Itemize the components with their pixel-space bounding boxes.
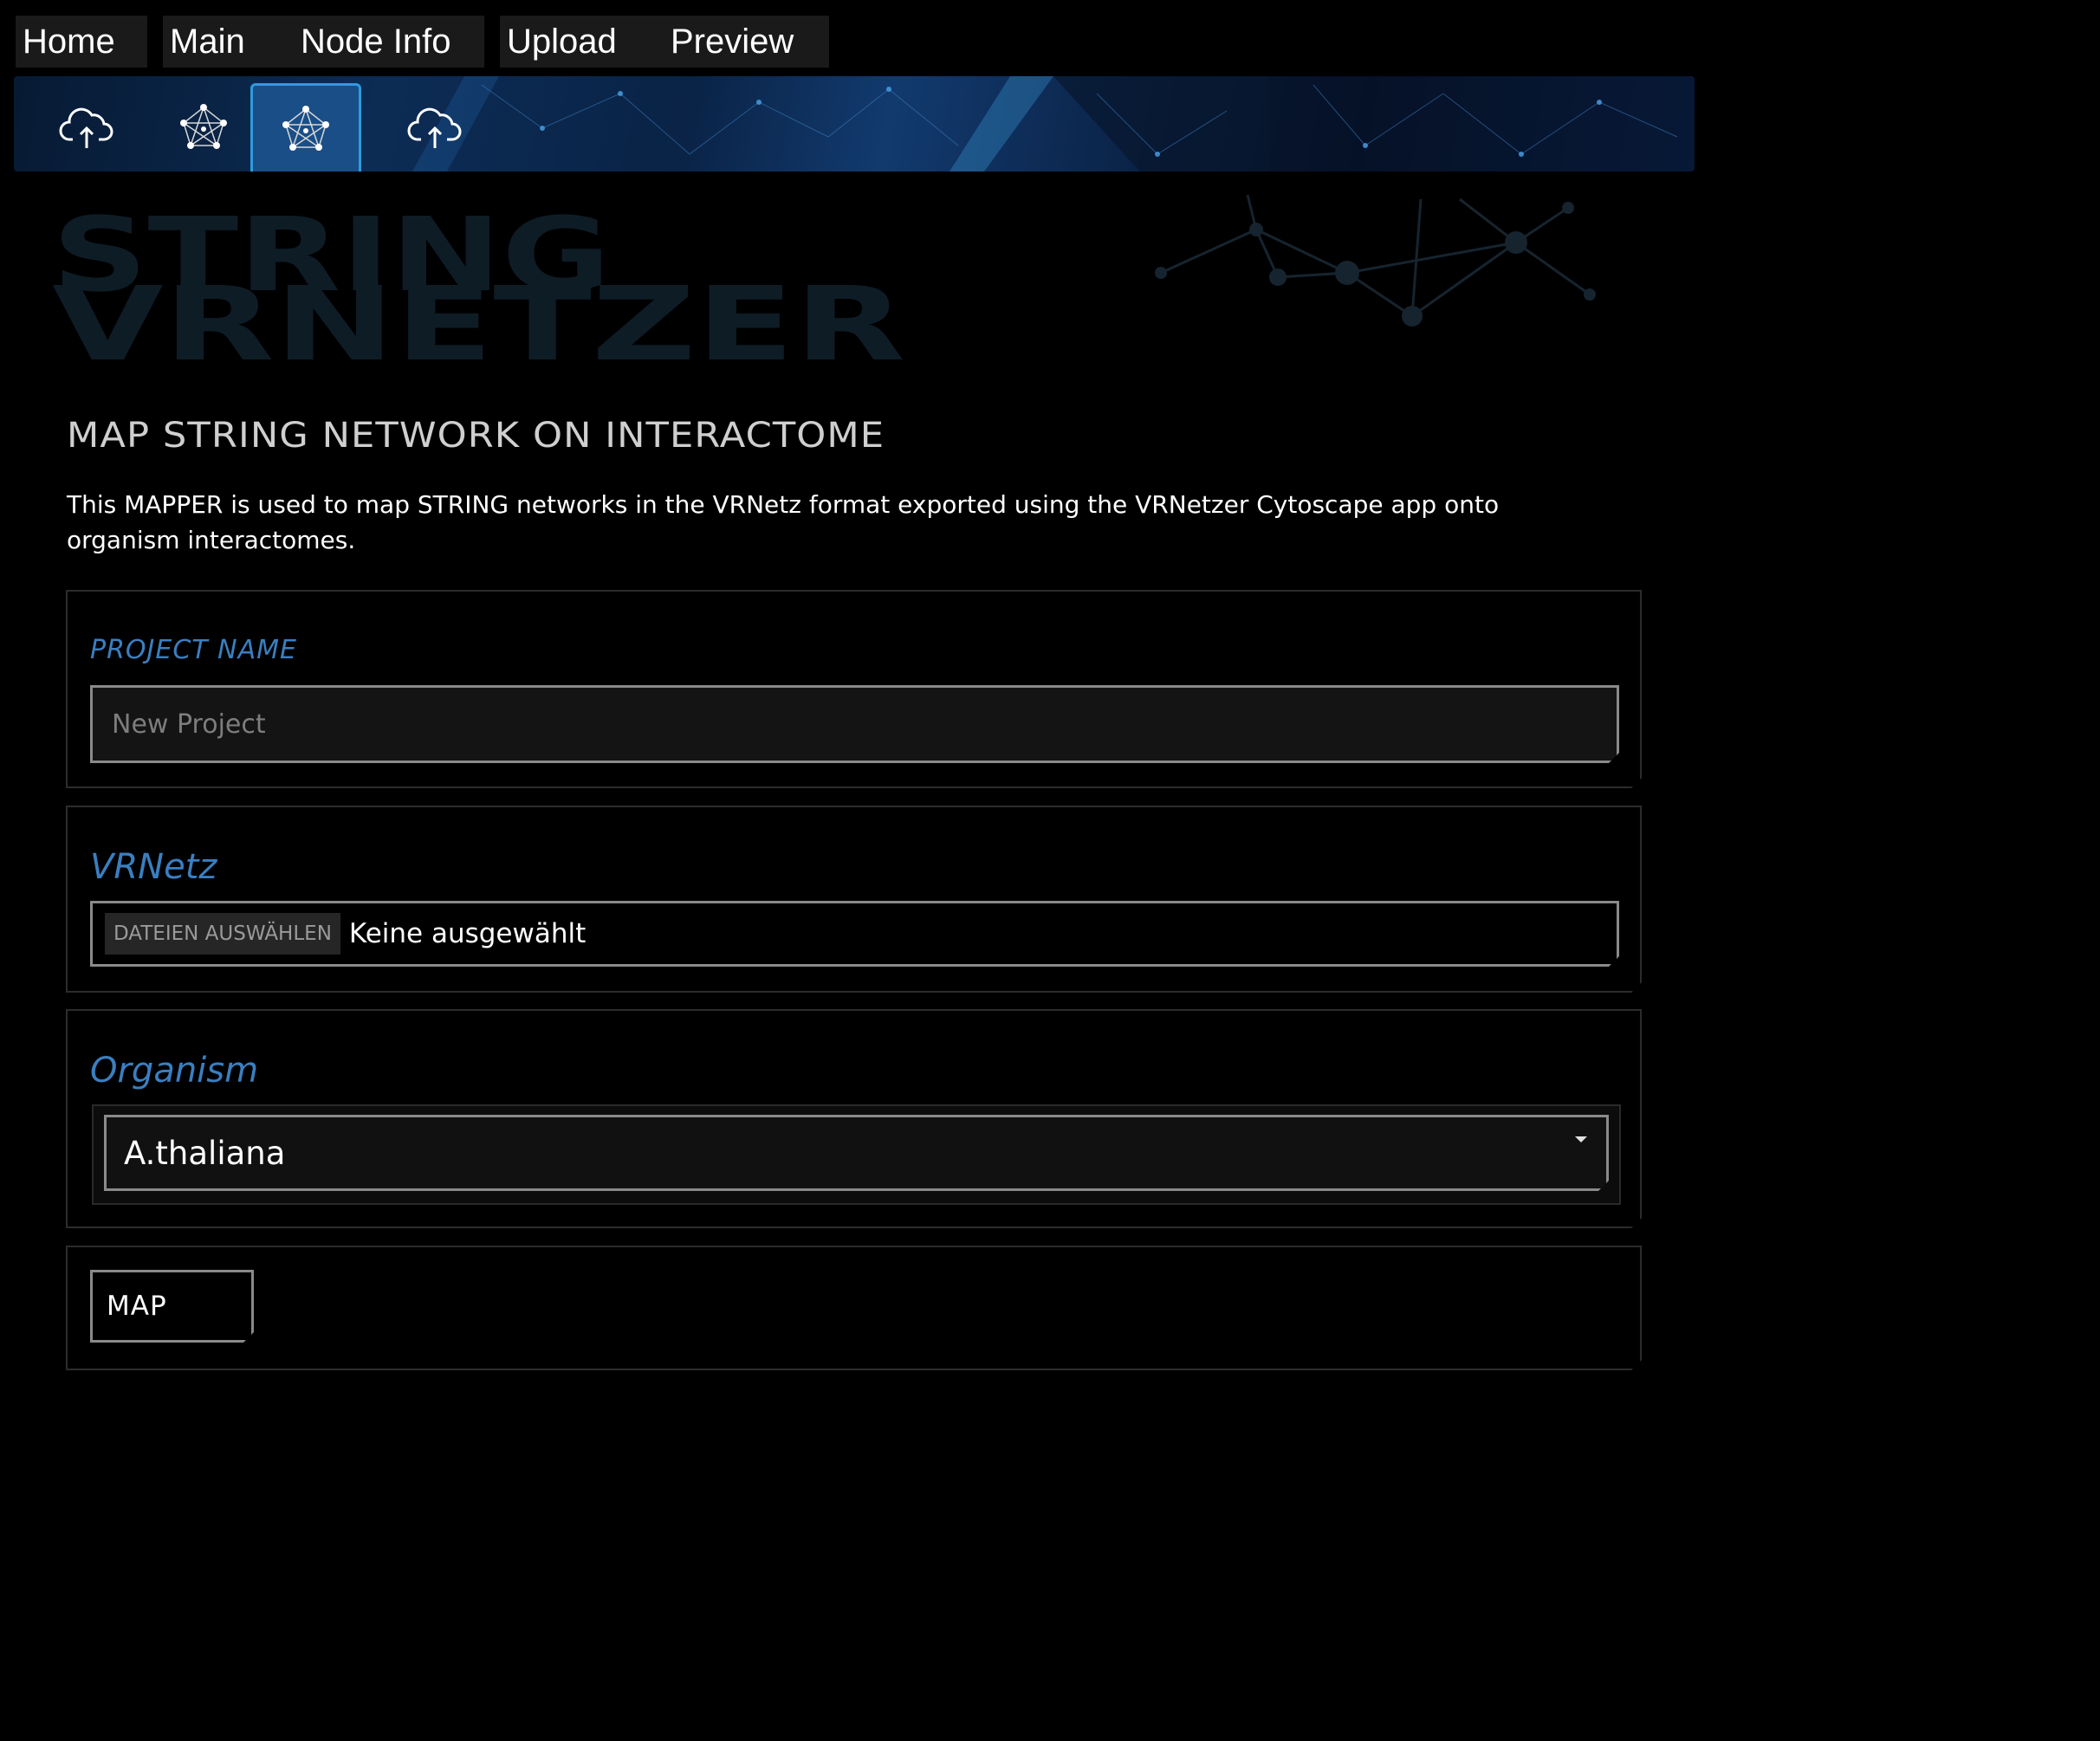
organism-select-wrapper: A.thaliana (92, 1104, 1621, 1205)
file-status-text: Keine ausgewählt (348, 918, 587, 949)
icon-toolbar (14, 76, 1695, 172)
map-button[interactable]: MAP (90, 1270, 254, 1343)
organism-label: Organism (90, 1051, 259, 1091)
page-description: This MAPPER is used to map STRING networ… (67, 490, 1500, 554)
choose-files-button[interactable]: DATEIEN AUSWÄHLEN (105, 913, 340, 955)
cloud-upload-icon (407, 107, 462, 148)
network-icon (282, 105, 329, 151)
logo-network-graphic (1155, 194, 1596, 327)
project-name-input[interactable] (90, 685, 1619, 763)
organism-select[interactable]: A.thaliana (104, 1115, 1609, 1191)
toolbar-upload-button[interactable] (31, 83, 142, 172)
nav-tab-main[interactable]: Main (163, 16, 295, 68)
nav-tab-preview[interactable]: Preview (664, 16, 829, 68)
organism-selected-value: A.thaliana (124, 1134, 286, 1172)
logo-line-2: VRNETZER (52, 264, 905, 368)
nav-tab-upload[interactable]: Upload (500, 16, 665, 68)
toolbar-upload-button-2[interactable] (379, 83, 490, 172)
vrnetz-label: VRNetz (90, 847, 217, 887)
vrnetz-file-input[interactable]: DATEIEN AUSWÄHLEN Keine ausgewählt (90, 901, 1619, 967)
project-name-panel: PROJECT NAME (66, 590, 1642, 788)
toolbar-network-button-active[interactable] (250, 83, 361, 172)
vrnetz-panel: VRNetz DATEIEN AUSWÄHLEN Keine ausgewähl… (66, 806, 1642, 993)
organism-panel: Organism A.thaliana (66, 1009, 1642, 1228)
page-title: MAP STRING NETWORK ON INTERACTOME (67, 416, 885, 456)
cloud-upload-icon (59, 107, 113, 148)
dropdown-arrow-icon (1575, 1136, 1587, 1142)
project-name-label: PROJECT NAME (90, 635, 297, 665)
network-icon (180, 104, 227, 149)
string-vrnetzer-logo: STRING VRNETZER (52, 195, 905, 368)
nav-tab-home[interactable]: Home (16, 16, 147, 68)
nav-tab-node-info[interactable]: Node Info (294, 16, 484, 68)
page: Home Main Node Info Upload Preview STRIN… (0, 0, 2100, 1741)
toolbar-network-button[interactable] (148, 83, 259, 172)
map-action-panel: MAP (66, 1246, 1642, 1370)
